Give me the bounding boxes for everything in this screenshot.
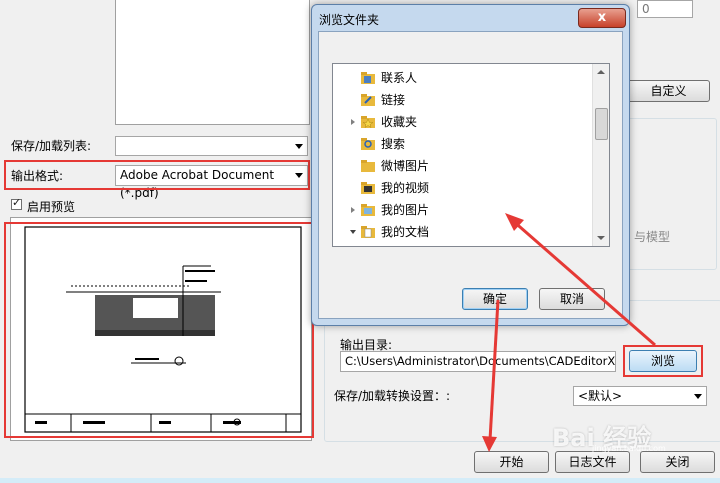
save-load-list-combo[interactable] (115, 136, 308, 156)
dialog-title: 浏览文件夹 (319, 13, 380, 27)
options-groupbox (620, 118, 717, 270)
file-list-panel[interactable] (115, 0, 310, 125)
convert-setting-combo[interactable]: <默认> (573, 386, 707, 406)
check-icon: ✓ (12, 196, 22, 209)
custom-button[interactable]: 自定义 (627, 80, 710, 102)
window-bottom-border (0, 478, 720, 483)
scroll-up-icon[interactable] (597, 70, 605, 74)
enable-preview-checkbox[interactable]: ✓ (11, 196, 22, 210)
expand-arrow-icon[interactable] (351, 119, 355, 125)
close-icon: x (597, 10, 607, 25)
chevron-down-icon (295, 144, 303, 149)
save-load-list-label: 保存/加载列表: (11, 139, 92, 153)
collapse-arrow-icon[interactable] (350, 230, 356, 234)
dialog-ok-button[interactable]: 确定 (462, 288, 528, 310)
folder-icon (361, 160, 375, 172)
folder-tree[interactable]: 联系人 链接 收藏夹 搜索 微博图片 我的视频 我的图片 我的文档 (332, 63, 610, 247)
start-button[interactable]: 开始 (474, 451, 549, 473)
log-file-button[interactable]: 日志文件 (555, 451, 630, 473)
enable-preview-label: 启用预览 (27, 200, 76, 214)
tree-scrollbar[interactable] (592, 64, 609, 246)
output-format-highlight (4, 160, 310, 190)
documents-folder-icon (361, 226, 375, 238)
pictures-folder-icon (361, 204, 375, 216)
convert-setting-value: <默认> (578, 389, 623, 403)
model-text: 与模型 (634, 230, 671, 244)
number-value: 0 (642, 2, 650, 16)
chevron-down-icon (694, 394, 702, 399)
dialog-close-button[interactable]: x (578, 8, 626, 28)
scroll-thumb[interactable] (595, 108, 608, 140)
links-folder-icon (361, 94, 375, 106)
output-dir-value: C:\Users\Administrator\Documents\CADEdit… (345, 354, 616, 368)
favorites-folder-icon (361, 116, 375, 128)
scroll-down-icon[interactable] (597, 236, 605, 240)
close-button[interactable]: 关闭 (640, 451, 715, 473)
expand-arrow-icon[interactable] (351, 207, 355, 213)
browse-highlight (623, 345, 703, 377)
search-folder-icon (361, 138, 375, 150)
watermark-url: jingyan.baidu.com (592, 444, 666, 453)
browse-folder-dialog: 浏览文件夹 x 联系人 链接 收藏夹 搜索 微博图片 我的视频 我的图片 我的文… (311, 4, 630, 326)
contacts-folder-icon (361, 72, 375, 84)
save-load-convert-label: 保存/加载转换设置：: (334, 389, 451, 403)
videos-folder-icon (361, 182, 375, 194)
dialog-cancel-button[interactable]: 取消 (539, 288, 605, 310)
preview-highlight (4, 222, 314, 438)
output-dir-field[interactable]: C:\Users\Administrator\Documents\CADEdit… (340, 351, 616, 372)
number-field[interactable]: 0 (637, 0, 693, 18)
